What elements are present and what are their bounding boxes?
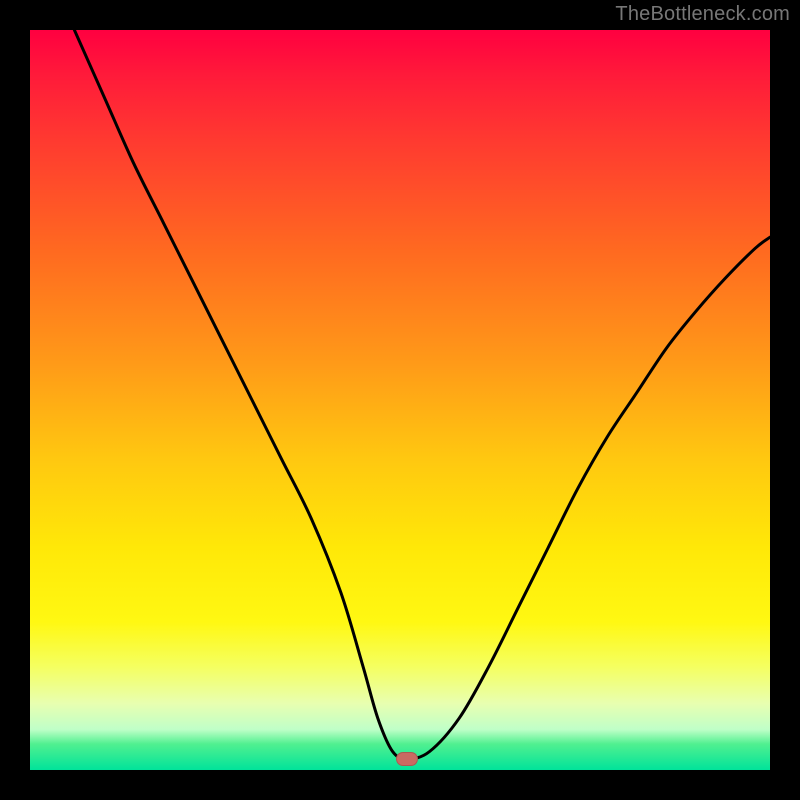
bottleneck-curve-path (74, 30, 770, 759)
bottleneck-curve-svg (30, 30, 770, 770)
plot-area (30, 30, 770, 770)
chart-frame: TheBottleneck.com (0, 0, 800, 800)
optimum-marker (396, 752, 418, 766)
watermark-text: TheBottleneck.com (615, 3, 790, 26)
